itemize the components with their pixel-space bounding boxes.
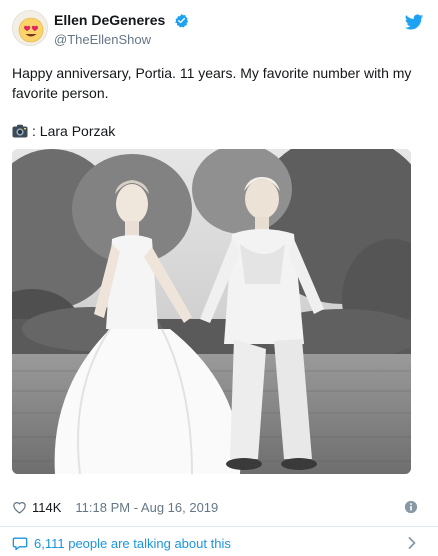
tweet-text: Happy anniversary, Portia. 11 years. My …: [12, 65, 412, 101]
divider: [0, 526, 438, 527]
tweet-header: Ellen DeGeneres @TheEllenShow: [12, 10, 426, 50]
wedding-photo-image: [12, 149, 411, 474]
heart-icon[interactable]: [12, 500, 27, 514]
heart-eyes-emoji-icon: [13, 11, 47, 45]
photo-credit-text: : Lara Porzak: [32, 123, 116, 139]
info-icon[interactable]: [404, 500, 418, 514]
photo-credit: : Lara Porzak: [12, 121, 115, 141]
like-count[interactable]: 114K: [32, 500, 61, 515]
tweet-timestamp[interactable]: 11:18 PM - Aug 16, 2019: [75, 500, 218, 515]
camera-icon: [12, 124, 28, 138]
user-handle[interactable]: @TheEllenShow: [54, 31, 189, 48]
tweet-card: Ellen DeGeneres @TheEllenShow Happy anni…: [0, 0, 438, 556]
chevron-right-icon[interactable]: [408, 537, 416, 549]
tweet-meta: 114K 11:18 PM - Aug 16, 2019: [12, 497, 426, 517]
verified-badge-icon: [174, 14, 188, 28]
display-name[interactable]: Ellen DeGeneres: [54, 12, 165, 29]
twitter-bird-icon[interactable]: [404, 12, 424, 32]
avatar[interactable]: [12, 10, 48, 46]
conversation-text[interactable]: 6,111 people are talking about this: [34, 536, 231, 551]
speech-bubble-icon: [12, 537, 28, 550]
name-block: Ellen DeGeneres @TheEllenShow: [54, 12, 189, 48]
conversation-link[interactable]: 6,111 people are talking about this: [12, 533, 426, 553]
tweet-photo[interactable]: [12, 149, 411, 474]
